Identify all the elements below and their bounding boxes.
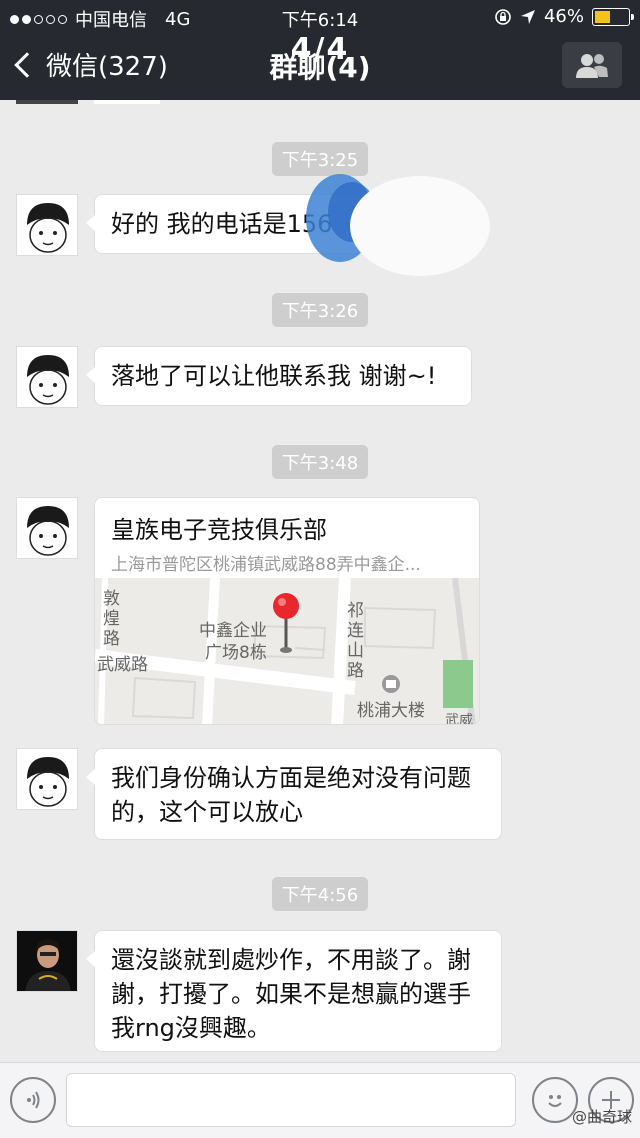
status-bar: 中国电信 4G 下午6:14 46% xyxy=(0,0,640,34)
chat-input-bar xyxy=(0,1062,640,1138)
map-label: 路 xyxy=(347,661,364,681)
top-header: 中国电信 4G 下午6:14 46% 微信(327) 群聊(4) 4/4 xyxy=(0,0,640,100)
location-name: 皇族电子竞技俱乐部 xyxy=(111,516,327,544)
message-text-line: 的，这个可以放心 xyxy=(111,798,303,826)
message-text-line: 我rng沒興趣。 xyxy=(111,1014,271,1042)
avatar[interactable] xyxy=(16,194,78,256)
map-label: 路 xyxy=(103,629,120,649)
map-label: 广场8栋 xyxy=(205,643,267,663)
avatar[interactable] xyxy=(16,930,78,992)
group-members-icon xyxy=(576,54,608,78)
nav-bar: 微信(327) 群聊(4) 4/4 xyxy=(0,32,640,100)
voice-input-button[interactable] xyxy=(10,1077,56,1123)
message-text-line: 還沒談就到處炒作，不用談了。謝 xyxy=(111,946,471,974)
cartoon-face-avatar-icon xyxy=(17,347,77,407)
timestamp: 下午3:26 xyxy=(0,293,640,327)
map-label: 武威路 xyxy=(97,655,148,675)
location-map[interactable]: 敦 煌 路 武威路 中鑫企业 广场8栋 祁 连 山 路 桃浦大楼 武威路 xyxy=(95,578,479,725)
message-input[interactable] xyxy=(66,1073,516,1127)
message-bubble[interactable]: 我们身份确认方面是绝对没有问题 的，这个可以放心 xyxy=(86,748,502,840)
redaction-scribble xyxy=(306,174,490,276)
message-text: 落地了可以让他联系我 谢谢~! xyxy=(111,362,437,390)
map-label: 桃浦大楼 xyxy=(357,701,425,721)
person-photo-avatar-icon xyxy=(17,931,77,991)
cartoon-face-avatar-icon xyxy=(17,498,77,558)
message-bubble[interactable]: 還沒談就到處炒作，不用談了。謝 謝，打擾了。如果不是想贏的選手 我rng沒興趣。 xyxy=(86,930,502,1052)
avatar[interactable] xyxy=(16,497,78,559)
timestamp: 下午3:25 xyxy=(0,142,640,176)
avatar[interactable] xyxy=(16,748,78,810)
message-text-line: 謝，打擾了。如果不是想贏的選手 xyxy=(111,980,471,1008)
location-arrow-icon xyxy=(520,9,535,24)
timestamp: 下午3:48 xyxy=(0,445,640,479)
smiley-icon xyxy=(548,1095,562,1107)
message-text-line: 我们身份确认方面是绝对没有问题 xyxy=(111,764,471,792)
watermark: @曲奇球 xyxy=(571,1108,632,1126)
map-label: 武威路 xyxy=(445,713,473,725)
avatar[interactable] xyxy=(16,346,78,408)
cartoon-face-avatar-icon xyxy=(17,749,77,809)
map-pin-icon xyxy=(273,593,299,653)
cartoon-face-avatar-icon xyxy=(17,195,77,255)
battery-icon xyxy=(592,7,634,26)
building-icon xyxy=(382,675,400,693)
group-info-button[interactable] xyxy=(562,42,622,88)
voice-wave-icon xyxy=(27,1091,40,1109)
status-bar-right: 46% xyxy=(494,6,634,27)
page-indicator: 4/4 xyxy=(290,32,350,67)
battery-percent: 46% xyxy=(543,6,584,27)
rotation-lock-icon xyxy=(495,8,511,25)
location-message-card[interactable]: 皇族电子竞技俱乐部 上海市普陀区桃浦镇武威路88弄中鑫企... 敦 煌 路 武威… xyxy=(94,497,480,725)
timestamp: 下午4:56 xyxy=(0,877,640,911)
previous-bubble-fragment xyxy=(94,100,160,104)
message-bubble[interactable]: 落地了可以让他联系我 谢谢~! xyxy=(86,346,472,406)
previous-message-fragment xyxy=(16,100,78,104)
location-address: 上海市普陀区桃浦镇武威路88弄中鑫企... xyxy=(111,555,421,575)
